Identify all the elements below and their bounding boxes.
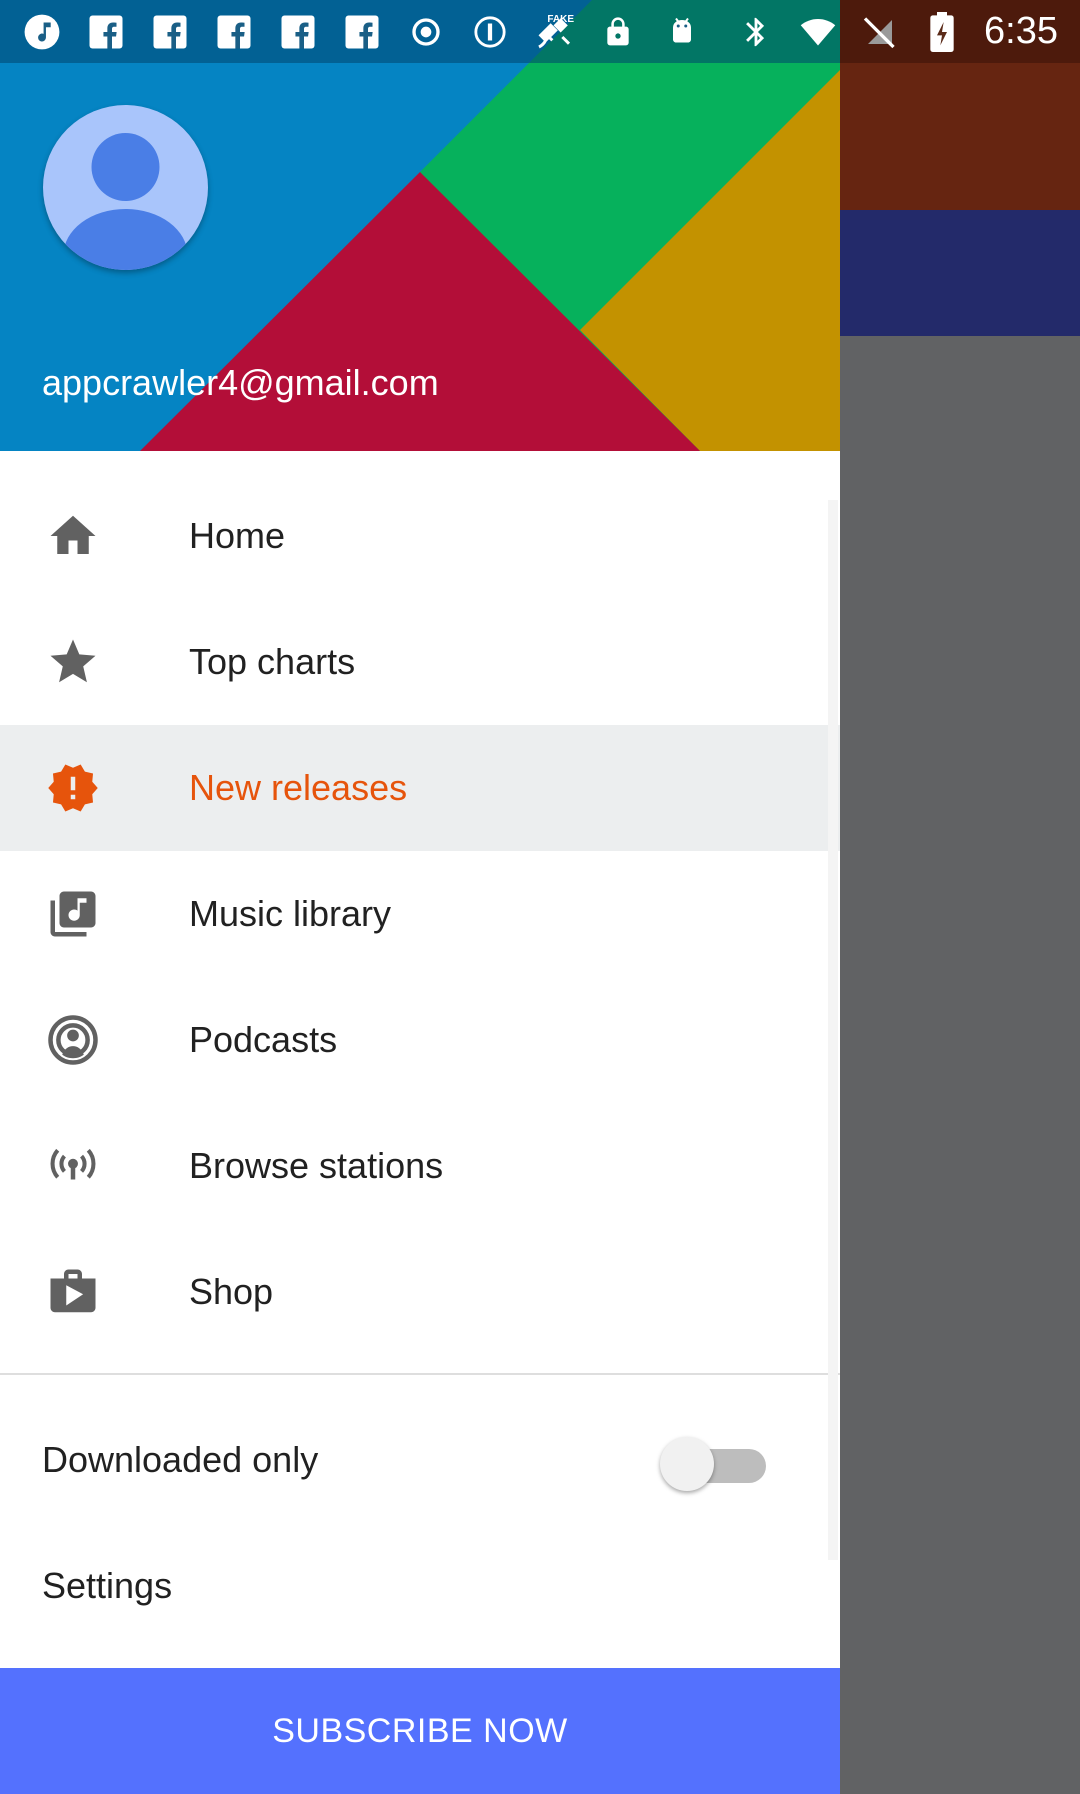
- no-sim-icon: [860, 12, 900, 52]
- podcast-icon: [46, 1013, 100, 1067]
- bluetooth-icon: [736, 12, 776, 52]
- music-library-icon: [46, 887, 100, 941]
- account-email[interactable]: appcrawler4@gmail.com: [42, 362, 439, 404]
- shop-icon: [46, 1265, 100, 1319]
- settings-row[interactable]: Settings: [0, 1523, 840, 1649]
- star-icon: [46, 635, 100, 689]
- menu-item-label: Music library: [189, 893, 392, 934]
- info-icon: [470, 12, 510, 52]
- menu-item-music-library[interactable]: Music library: [0, 851, 840, 977]
- status-time: 6:35: [984, 10, 1058, 52]
- facebook-icon: [342, 12, 382, 52]
- menu-item-browse-stations[interactable]: Browse stations: [0, 1103, 840, 1229]
- facebook-icon: [86, 12, 126, 52]
- switch-thumb: [660, 1437, 714, 1491]
- fake-gps-icon: FAKE: [534, 12, 574, 52]
- new-releases-icon: [46, 761, 100, 815]
- facebook-icon: [150, 12, 190, 52]
- music-note-icon: [22, 12, 62, 52]
- menu-item-new-releases[interactable]: New releases: [0, 725, 840, 851]
- account-avatar[interactable]: [43, 105, 208, 270]
- menu-divider: [0, 1373, 840, 1375]
- menu-item-label: Top charts: [189, 641, 356, 682]
- facebook-icon: [278, 12, 318, 52]
- subscribe-now-button[interactable]: SUBSCRIBE NOW: [0, 1668, 840, 1794]
- home-icon: [46, 509, 100, 563]
- settings-label: Settings: [42, 1565, 173, 1606]
- battery-charging-icon: [922, 11, 962, 52]
- navigation-drawer: appcrawler4@gmail.com Home Top charts Ne…: [0, 0, 840, 1794]
- menu-item-label: Home: [189, 515, 286, 556]
- record-icon: [406, 12, 446, 52]
- menu-item-shop[interactable]: Shop: [0, 1229, 840, 1355]
- drawer-menu: Home Top charts New releases Music libra…: [0, 473, 840, 1355]
- downloaded-only-row[interactable]: Downloaded only: [0, 1397, 840, 1523]
- downloaded-only-switch[interactable]: [660, 1433, 770, 1491]
- drawer-scrollbar[interactable]: [828, 500, 838, 1560]
- menu-item-label: Shop: [189, 1271, 274, 1312]
- drawer-header: appcrawler4@gmail.com: [0, 0, 840, 451]
- menu-item-home[interactable]: Home: [0, 473, 840, 599]
- menu-item-label: Browse stations: [189, 1145, 444, 1186]
- facebook-icon: [214, 12, 254, 52]
- android-icon: [662, 12, 702, 52]
- menu-item-label: New releases: [189, 767, 408, 808]
- status-bar: FAKE 6:35: [0, 0, 1080, 63]
- system-icons: 6:35: [736, 10, 1058, 53]
- radio-station-icon: [46, 1139, 100, 1193]
- menu-item-label: Podcasts: [189, 1019, 338, 1060]
- menu-item-top-charts[interactable]: Top charts: [0, 599, 840, 725]
- menu-item-podcasts[interactable]: Podcasts: [0, 977, 840, 1103]
- wifi-icon: [798, 12, 838, 52]
- person-icon: [63, 133, 188, 270]
- lock-icon: [598, 12, 638, 52]
- notification-icons: FAKE: [22, 12, 702, 52]
- downloaded-only-label: Downloaded only: [42, 1439, 319, 1480]
